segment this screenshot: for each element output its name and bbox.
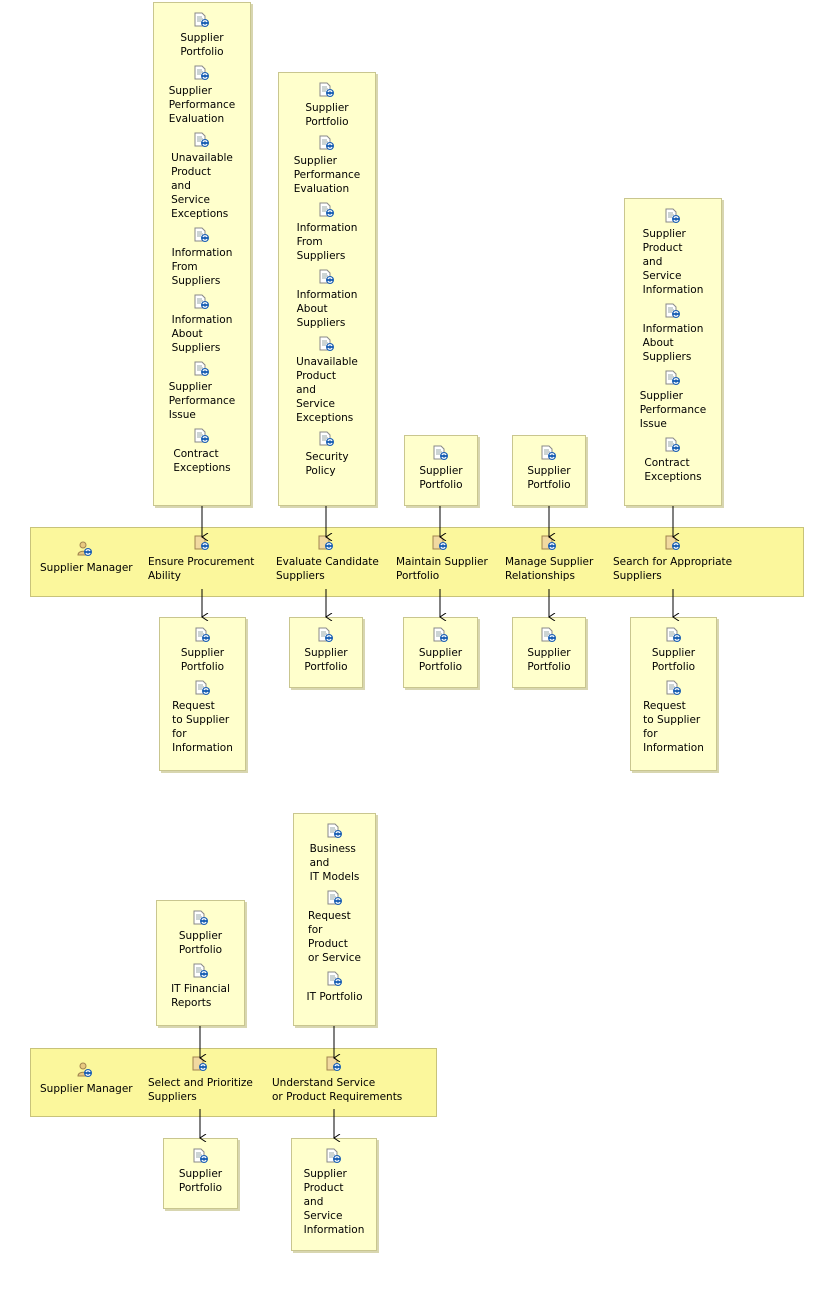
connector-arrows (0, 506, 824, 1292)
